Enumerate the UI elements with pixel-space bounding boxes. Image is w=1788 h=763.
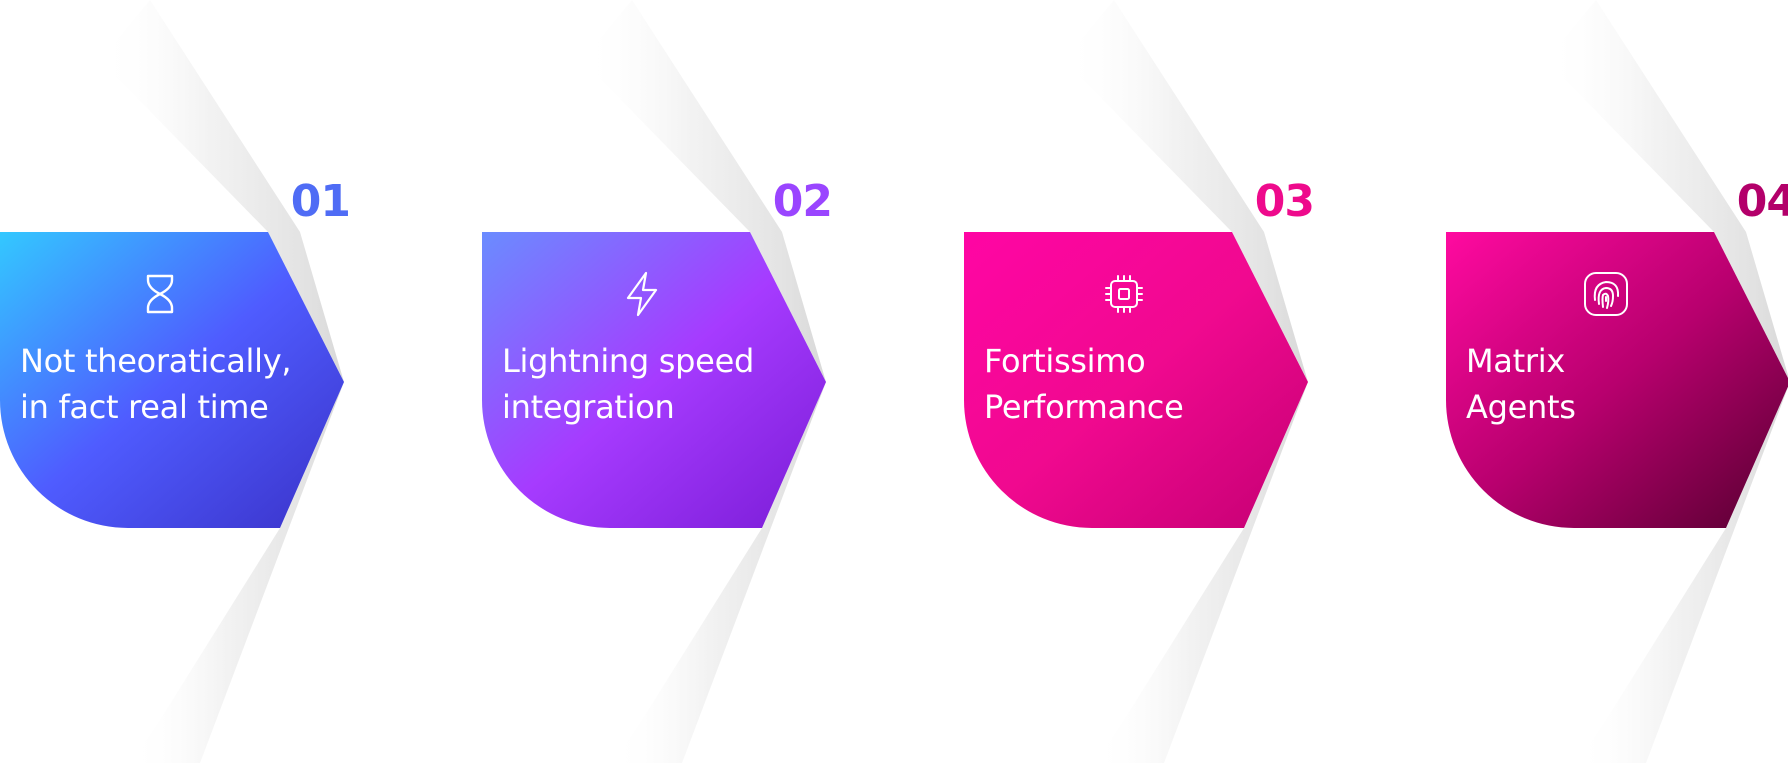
step-card-2: 02 Lightning speed integration — [482, 180, 833, 530]
hourglass-icon — [134, 268, 186, 320]
step-label-line-2: Performance — [984, 388, 1184, 426]
step-number: 01 — [290, 176, 351, 227]
step-number: 03 — [1254, 176, 1315, 227]
step-number: 02 — [772, 176, 833, 227]
step-label: Lightning speed integration — [502, 338, 754, 430]
step-label-line-1: Not theoratically, — [20, 342, 292, 380]
step-card-3: 03 Fortissimo Performance — [964, 180, 1315, 530]
step-label-line-1: Fortissimo — [984, 342, 1146, 380]
chip-icon — [1098, 268, 1150, 320]
step-label: Not theoratically, in fact real time — [20, 338, 292, 430]
step-label-line-2: Agents — [1466, 388, 1576, 426]
step-label-line-2: integration — [502, 388, 675, 426]
lightning-icon — [616, 268, 668, 320]
step-label-line-2: in fact real time — [20, 388, 269, 426]
step-label-line-1: Lightning speed — [502, 342, 754, 380]
process-diagram: 01 Not theoratically, in fact real time … — [0, 0, 1788, 763]
step-card-4: 04 Matrix Agents — [1446, 180, 1788, 530]
step-label-line-1: Matrix — [1466, 342, 1565, 380]
step-label: Matrix Agents — [1466, 338, 1576, 430]
fingerprint-icon — [1580, 268, 1632, 320]
step-number: 04 — [1736, 176, 1788, 227]
step-card-1: 01 Not theoratically, in fact real time — [0, 180, 351, 530]
step-label: Fortissimo Performance — [984, 338, 1184, 430]
